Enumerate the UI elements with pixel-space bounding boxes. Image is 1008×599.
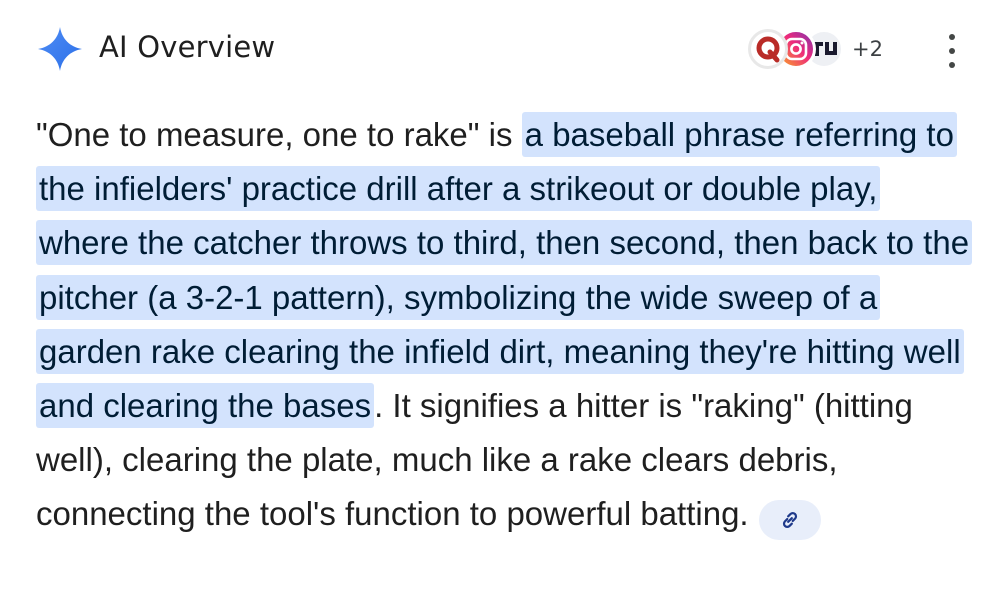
source-avatars[interactable]: +2: [748, 26, 883, 72]
more-sources-count[interactable]: +2: [852, 37, 883, 61]
overview-intro-text: "One to measure, one to rake" is: [36, 116, 522, 153]
source-link-button[interactable]: [758, 500, 821, 541]
quora-icon[interactable]: [748, 29, 788, 69]
overview-paragraph: "One to measure, one to rake" is a baseb…: [36, 108, 976, 542]
ai-overview-title: AI Overview: [99, 30, 276, 64]
gemini-spark-icon: [38, 27, 82, 71]
highlighted-answer: a baseball phrase referring to the infie…: [36, 112, 973, 429]
more-vert-icon[interactable]: [936, 34, 968, 68]
ai-overview-header: AI Overview +2: [0, 0, 1008, 100]
link-icon: [782, 512, 797, 529]
